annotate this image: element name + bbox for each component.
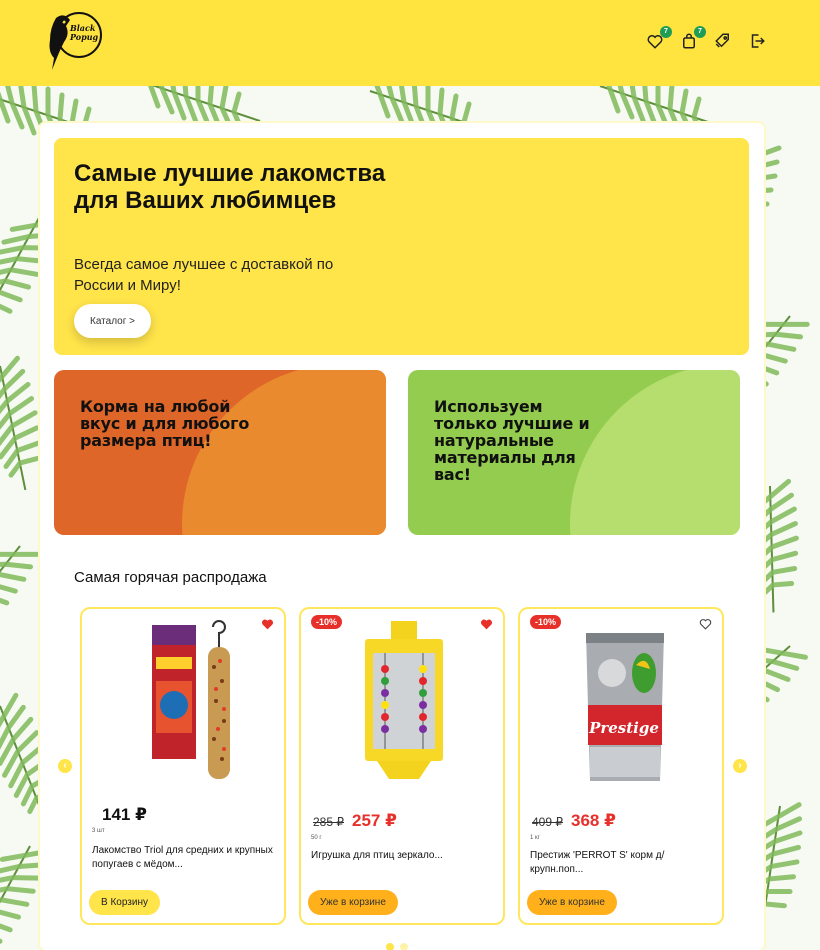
favorite-heart-icon[interactable] — [480, 617, 493, 630]
product-name[interactable]: Престиж 'PERROT S' корм д/крупн.поп... — [530, 849, 716, 877]
favorite-heart-outline-icon[interactable] — [699, 617, 712, 630]
logout-icon[interactable] — [748, 32, 766, 50]
quantity-label: 50 г — [311, 835, 322, 841]
product-name[interactable]: Игрушка для птиц зеркало... — [311, 849, 497, 863]
cart-count-badge: 7 — [694, 26, 706, 38]
promo-card-food[interactable]: Корма на любой вкус и для любого размера… — [54, 370, 386, 535]
svg-text:Prestige: Prestige — [588, 719, 659, 737]
product-card[interactable]: -10% Prestige 409 ₽ 368 ₽ 1 кг Престиж '… — [518, 607, 724, 925]
tags-icon[interactable] — [714, 32, 732, 50]
product-card[interactable]: 141 ₽ 3 шт Лакомство Triol для средних и… — [80, 607, 286, 925]
add-to-cart-button[interactable]: В Корзину — [89, 890, 160, 915]
sale-section-title: Самая горячая распродажа — [74, 569, 267, 586]
carousel-dots — [386, 943, 408, 950]
catalog-button[interactable]: Каталог > — [74, 304, 151, 338]
site-header: Black Popug 7 7 — [0, 0, 820, 86]
favorites-count-badge: 7 — [660, 26, 672, 38]
quantity-label: 1 кг — [530, 835, 540, 841]
discount-badge: -10% — [530, 615, 562, 629]
hero-title: Самые лучшие лакомства для Ваших любимце… — [74, 160, 386, 214]
in-cart-button[interactable]: Уже в корзине — [308, 890, 398, 915]
promo-text: Корма на любой вкус и для любого размера… — [80, 397, 250, 450]
sale-price: 257 ₽ — [352, 811, 397, 830]
main-content: Самые лучшие лакомства для Ваших любимце… — [40, 123, 764, 950]
product-name[interactable]: Лакомство Triol для средних и крупных по… — [92, 844, 278, 872]
product-card[interactable]: -10% 285 ₽ 257 ₽ 50 г Игрушка для птиц з… — [299, 607, 505, 925]
logo-text: Black Popug — [70, 23, 99, 42]
product-image-treat — [152, 620, 230, 779]
logo[interactable]: Black Popug — [42, 10, 104, 72]
price-row: 285 ₽ 257 ₽ — [313, 811, 397, 831]
quantity-label: 3 шт — [92, 828, 105, 834]
sale-price: 368 ₽ — [571, 811, 616, 830]
carousel-dot[interactable] — [400, 943, 408, 950]
price-row: 141 ₽ — [102, 805, 147, 825]
promo-decor-circle — [182, 370, 386, 535]
favorite-heart-icon[interactable] — [261, 617, 274, 630]
old-price: 285 ₽ — [313, 815, 344, 829]
header-icons: 7 7 — [646, 26, 766, 50]
favorites-icon[interactable]: 7 — [646, 26, 672, 50]
price-row: 409 ₽ 368 ₽ — [532, 811, 616, 831]
hero-subtitle: Всегда самое лучшее с доставкой по Росси… — [74, 256, 334, 294]
hero-banner: Самые лучшие лакомства для Ваших любимце… — [54, 138, 749, 355]
carousel-prev-button[interactable]: ‹ — [58, 759, 72, 773]
old-price: 409 ₽ — [532, 815, 563, 829]
promo-card-materials[interactable]: Используем только лучшие и натуральные м… — [408, 370, 740, 535]
product-image-prestige-food: Prestige — [586, 633, 664, 781]
promo-text: Используем только лучшие и натуральные м… — [434, 397, 590, 484]
in-cart-button[interactable]: Уже в корзине — [527, 890, 617, 915]
cart-icon[interactable]: 7 — [680, 26, 706, 50]
price: 141 ₽ — [102, 805, 147, 824]
carousel-next-button[interactable]: › — [733, 759, 747, 773]
carousel-dot-active[interactable] — [386, 943, 394, 950]
product-image-mirror-toy — [365, 621, 443, 779]
discount-badge: -10% — [311, 615, 343, 629]
